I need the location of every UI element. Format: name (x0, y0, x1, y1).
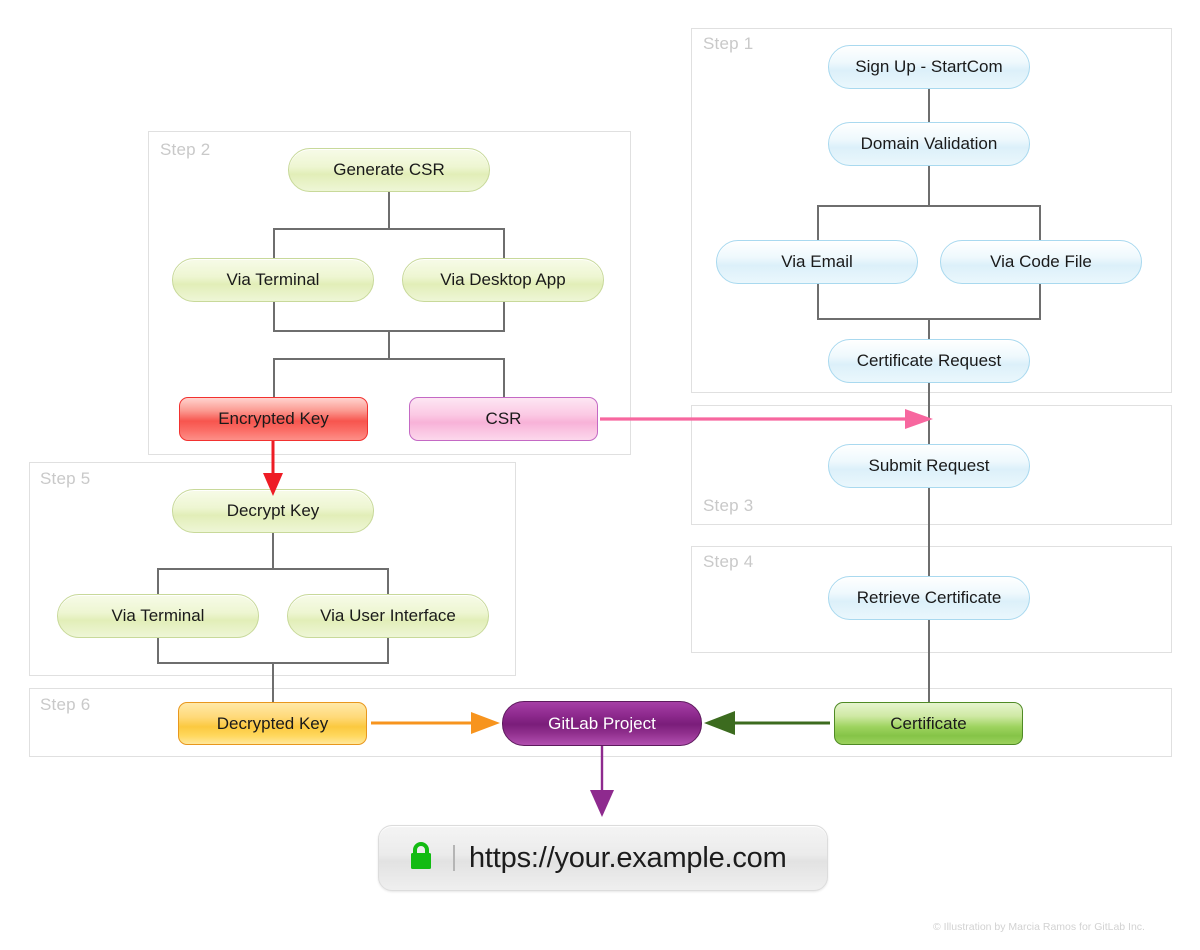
connector-submit-to-retrieve (928, 487, 930, 579)
connector-bus-left-step1 (817, 205, 819, 243)
connector-to-encrypted-key (273, 358, 275, 397)
illustration-credit: © Illustration by Marcia Ramos for GitLa… (933, 921, 1145, 933)
step-2-label: Step 2 (160, 140, 211, 159)
step-1-label: Step 1 (703, 34, 754, 53)
connector-retrieve-to-certificate (928, 619, 930, 705)
node-sign-up-startcom[interactable]: Sign Up - StartCom (828, 45, 1030, 89)
node-label: Encrypted Key (218, 409, 329, 428)
step-6-label: Step 6 (40, 695, 91, 714)
node-label: Generate CSR (333, 160, 445, 179)
node-via-code-file[interactable]: Via Code File (940, 240, 1142, 284)
connector-bus-left-step2 (273, 228, 275, 262)
step-3-label: Step 3 (703, 496, 754, 515)
connector-split-outputs-step2 (273, 358, 504, 360)
node-label: Decrypt Key (226, 501, 320, 520)
connector-bus-right-step2 (503, 228, 505, 262)
node-label: Submit Request (868, 456, 990, 475)
connector-to-csr (503, 358, 505, 397)
connector-bus-top-step1 (817, 205, 1040, 207)
connector-codefile-down (1039, 283, 1041, 320)
node-via-terminal-decrypt[interactable]: Via Terminal (57, 594, 259, 638)
node-label: Via Terminal (111, 606, 205, 625)
connector-bus-top-step5 (157, 568, 388, 570)
node-domain-validation[interactable]: Domain Validation (828, 122, 1030, 166)
url-text: https://your.example.com (469, 841, 787, 874)
browser-url-bar[interactable]: https://your.example.com (378, 825, 828, 891)
node-label: Certificate Request (856, 351, 1002, 370)
connector-gencsr-down (388, 190, 390, 230)
connector-domain-to-bus (928, 164, 930, 206)
node-generate-csr[interactable]: Generate CSR (288, 148, 490, 192)
step-4-label: Step 4 (703, 552, 754, 571)
connector-terminal-down-step2 (273, 300, 275, 332)
node-via-desktop-app[interactable]: Via Desktop App (402, 258, 604, 302)
node-retrieve-certificate[interactable]: Retrieve Certificate (828, 576, 1030, 620)
diagram-canvas: Step 1 Step 2 Step 3 Step 4 Step 5 Step … (0, 0, 1200, 950)
node-label: Via Code File (990, 252, 1092, 271)
connector-ui-down-step5 (387, 636, 389, 664)
node-label: Retrieve Certificate (856, 588, 1002, 607)
node-via-user-interface[interactable]: Via User Interface (287, 594, 489, 638)
node-certificate[interactable]: Certificate (834, 702, 1023, 745)
node-decrypt-key[interactable]: Decrypt Key (172, 489, 374, 533)
node-label: Decrypted Key (216, 713, 329, 733)
node-gitlab-project[interactable]: GitLab Project (502, 701, 702, 746)
connector-bus-top-step2 (273, 228, 504, 230)
node-csr[interactable]: CSR (409, 397, 598, 441)
node-label: Certificate (890, 713, 967, 733)
connector-email-down (817, 283, 819, 320)
node-certificate-request[interactable]: Certificate Request (828, 339, 1030, 383)
node-submit-request[interactable]: Submit Request (828, 444, 1030, 488)
node-label: Domain Validation (860, 134, 998, 153)
node-label: GitLab Project (548, 713, 656, 733)
connector-terminal-down-step5 (157, 636, 159, 664)
node-label: Sign Up - StartCom (855, 57, 1003, 76)
step-5-label: Step 5 (40, 469, 91, 488)
node-label: Via Desktop App (440, 270, 566, 289)
node-label: Via User Interface (320, 606, 456, 625)
padlock-icon (407, 840, 435, 877)
node-via-terminal-csr[interactable]: Via Terminal (172, 258, 374, 302)
connector-desktop-down-step2 (503, 300, 505, 332)
node-decrypted-key[interactable]: Decrypted Key (178, 702, 367, 745)
connector-bus-to-decrypted-key (272, 662, 274, 704)
connector-signup-to-domain (928, 88, 930, 124)
node-label: Via Email (781, 252, 853, 271)
connector-certreq-to-submit (928, 381, 930, 447)
connector-bus-right-step1 (1039, 205, 1041, 243)
url-bar-separator (453, 845, 455, 871)
connector-bus-mid-step2 (388, 330, 390, 360)
node-via-email[interactable]: Via Email (716, 240, 918, 284)
connector-decryptkey-down (272, 532, 274, 570)
node-label: Via Terminal (226, 270, 320, 289)
node-label: CSR (485, 409, 522, 428)
node-encrypted-key[interactable]: Encrypted Key (179, 397, 368, 441)
